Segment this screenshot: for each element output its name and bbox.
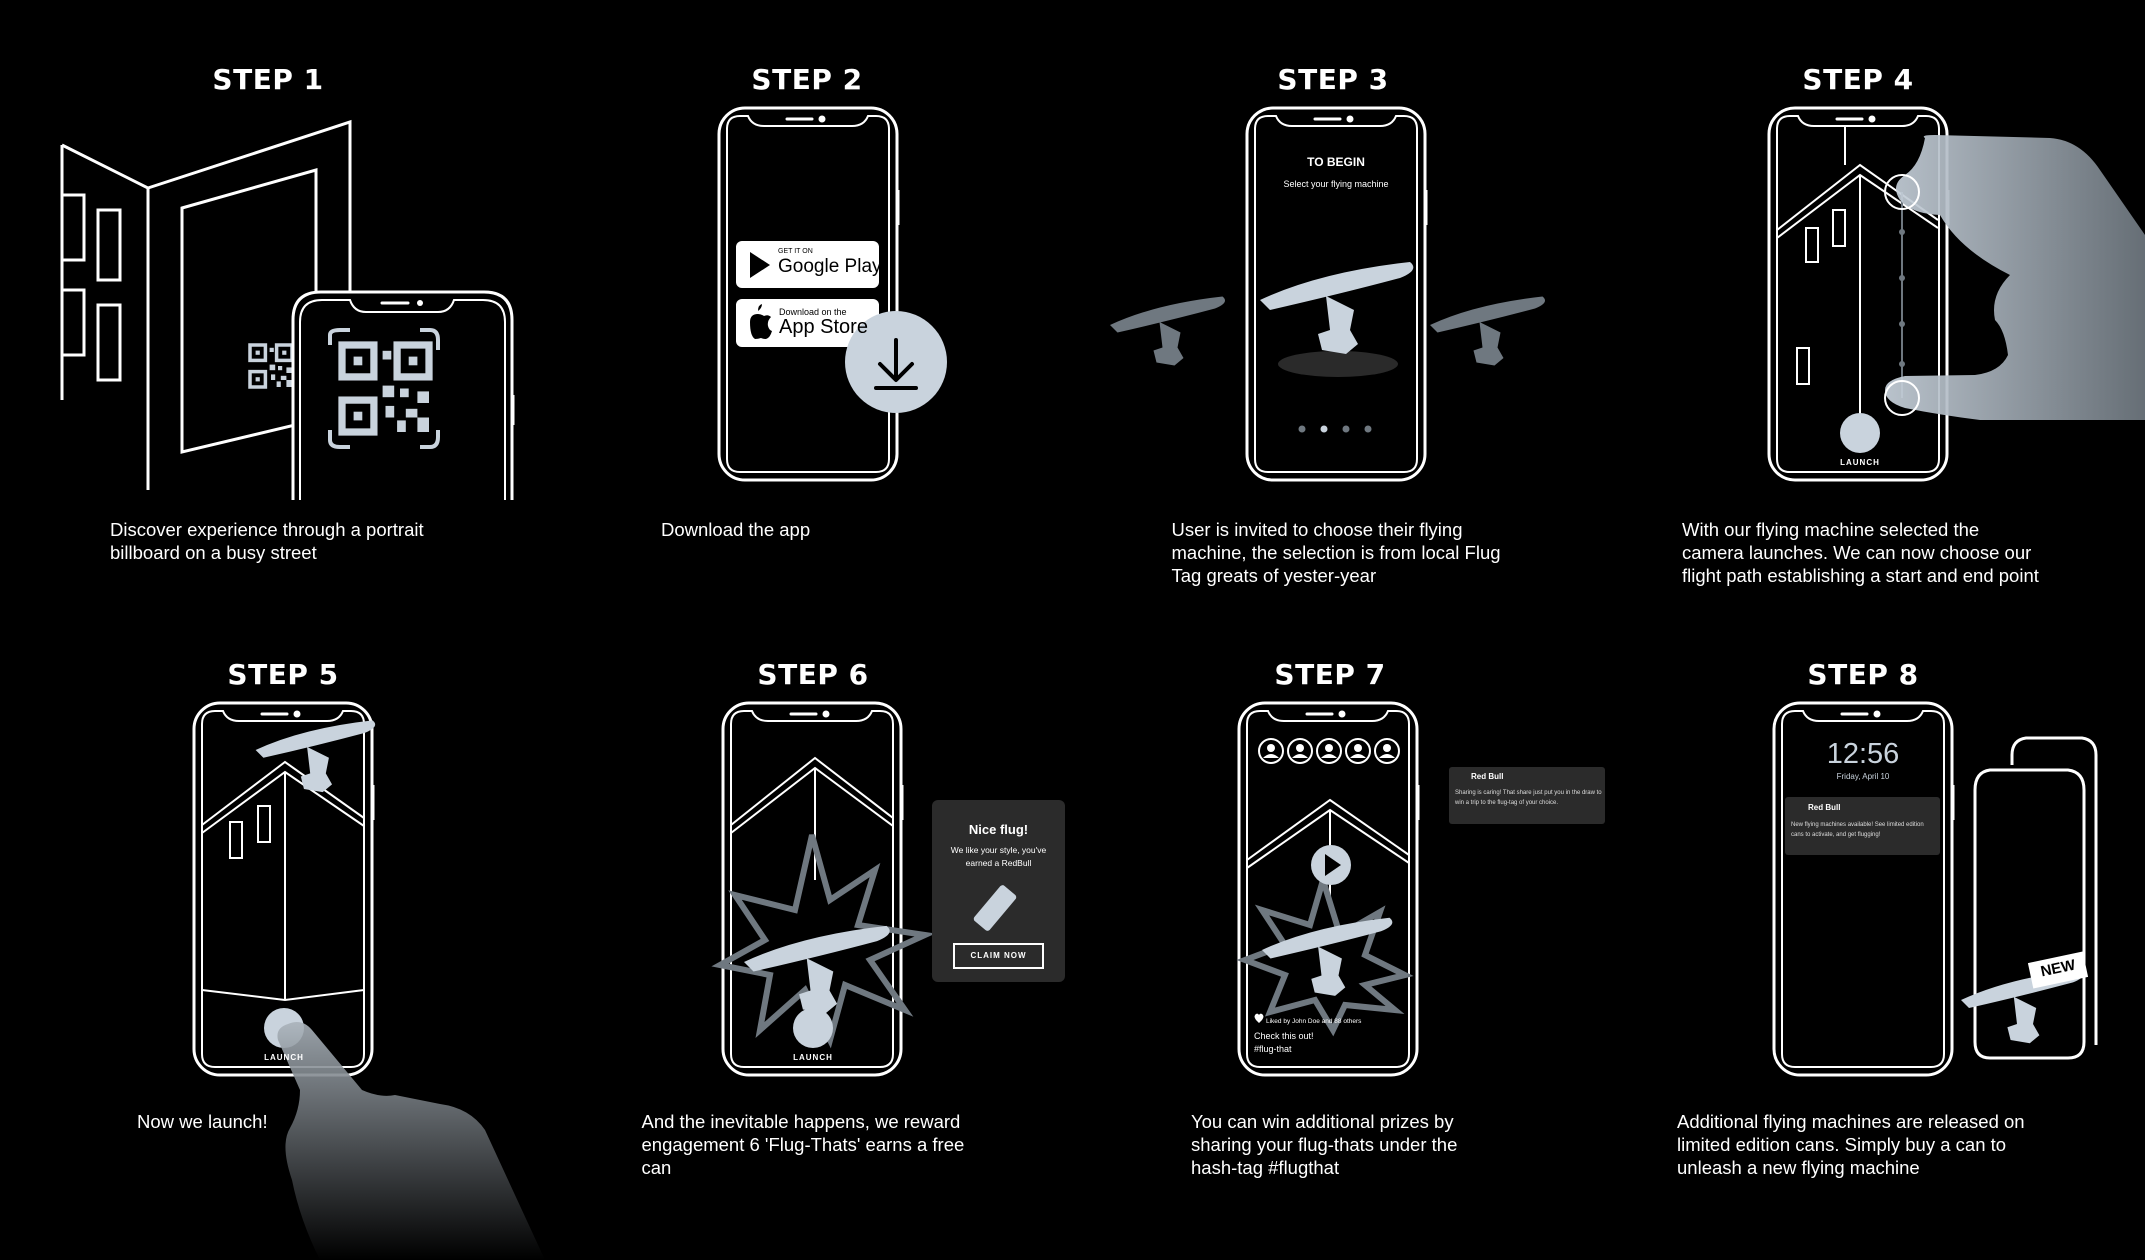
- flying-machine-option-left[interactable]: [1110, 296, 1225, 366]
- step-title: STEP 4: [1802, 63, 1914, 96]
- popup-title: Nice flug!: [968, 822, 1029, 837]
- billboard-qr-code: [248, 343, 294, 389]
- step2-phone: [717, 106, 900, 482]
- step7-caption: You can win additional prizes by sharing…: [1191, 1111, 1458, 1178]
- step4-launch-label: LAUNCH: [1840, 458, 1880, 467]
- lockscreen-time: 12:56: [1826, 738, 1900, 770]
- step6-caption: And the inevitable happens, we reward en…: [641, 1111, 965, 1178]
- likes-text: Liked by John Doe and 88 others: [1266, 1018, 1362, 1025]
- step-title: STEP 8: [1807, 658, 1919, 691]
- step4-caption: With our flying machine selected the cam…: [1682, 519, 2039, 586]
- share-notification-text: Sharing is caring! That share just put y…: [1455, 790, 1602, 806]
- app-store-label: App Store: [779, 316, 868, 338]
- lockscreen-notification-text: New flying machines available! See limit…: [1791, 822, 1924, 838]
- hand-icon: [1885, 135, 2145, 420]
- post-caption-line2: #flug-that: [1254, 1044, 1292, 1054]
- select-machine-subheading: Select your flying machine: [1283, 179, 1389, 189]
- step2-caption: Download the app: [661, 519, 811, 540]
- popup-text: We like your style, you've earned a RedB…: [950, 845, 1047, 868]
- lockscreen-date: Friday, April 10: [1836, 772, 1890, 781]
- step-title: STEP 5: [227, 658, 339, 691]
- google-play-label: Google Play: [778, 256, 882, 277]
- step-title: STEP 7: [1274, 658, 1386, 691]
- flying-machine-option-right[interactable]: [1430, 296, 1545, 366]
- play-button[interactable]: [1311, 845, 1351, 885]
- step1-phone: [291, 290, 515, 500]
- to-begin-heading: TO BEGIN: [1307, 155, 1365, 169]
- storyboard-illustrations: [60, 106, 2145, 1260]
- step8-caption: Additional flying machines are released …: [1677, 1111, 2025, 1178]
- step5-caption: Now we launch!: [137, 1111, 268, 1132]
- plane-shadow: [1278, 351, 1398, 377]
- google-play-small-text: GET IT ON: [778, 248, 813, 255]
- step-title: STEP 6: [757, 658, 869, 691]
- post-caption-line1: Check this out!: [1254, 1031, 1314, 1041]
- flight-path: [1899, 192, 1905, 398]
- step4-launch-button[interactable]: [1840, 413, 1880, 453]
- share-notification-brand: Red Bull: [1471, 772, 1504, 781]
- heart-icon[interactable]: [1254, 1013, 1264, 1023]
- claim-now-label: CLAIM NOW: [970, 951, 1027, 960]
- step6-launch-button[interactable]: [793, 1008, 833, 1048]
- step5-launch-label: LAUNCH: [264, 1053, 304, 1062]
- step3-caption: User is invited to choose their flying m…: [1171, 519, 1501, 586]
- step1-caption: Discover experience through a portrait b…: [110, 519, 424, 563]
- lockscreen-notification-brand: Red Bull: [1808, 803, 1841, 812]
- step-title: STEP 3: [1277, 63, 1389, 96]
- flying-machine-selected[interactable]: [1260, 262, 1414, 354]
- step-title: STEP 2: [751, 63, 863, 96]
- carousel-dots: [1298, 425, 1372, 433]
- friend-avatars: [1258, 738, 1400, 764]
- step6-launch-label: LAUNCH: [793, 1053, 833, 1062]
- step-title: STEP 1: [212, 63, 324, 96]
